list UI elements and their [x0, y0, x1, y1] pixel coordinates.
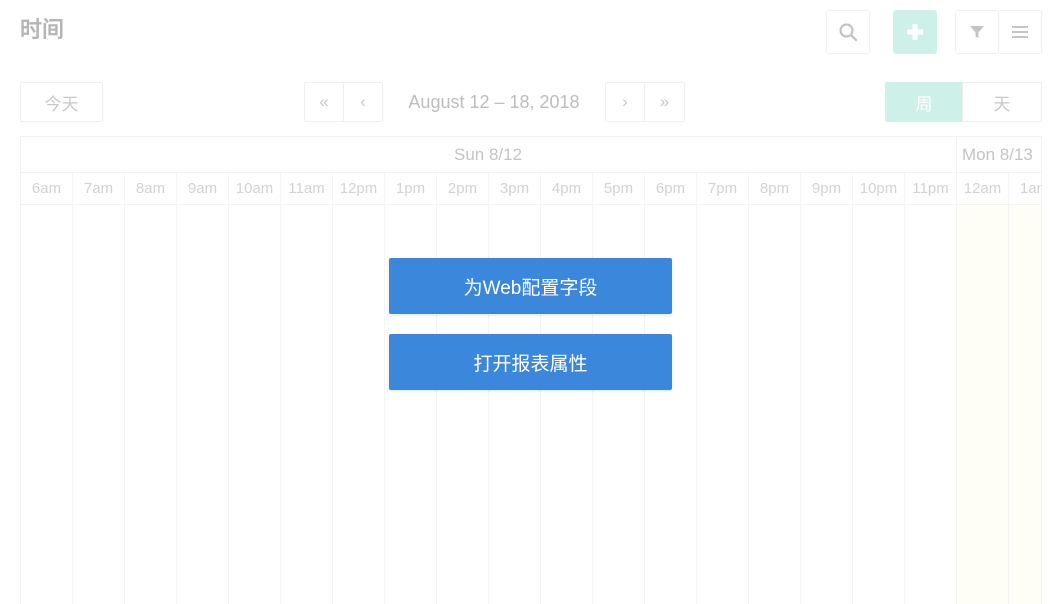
day-separator: [956, 137, 957, 173]
next-next-button[interactable]: »: [644, 82, 685, 122]
page-title: 时间: [20, 17, 65, 42]
hour-label: 4pm: [541, 173, 593, 205]
time-slot-column[interactable]: [229, 205, 281, 604]
time-slot-column[interactable]: [853, 205, 905, 604]
hour-label: 1am: [1009, 173, 1041, 205]
time-slot-column[interactable]: [957, 205, 1009, 604]
prev-button[interactable]: ‹: [343, 82, 383, 122]
hour-label: 5pm: [593, 173, 645, 205]
time-slot-column[interactable]: [177, 205, 229, 604]
time-slot-column[interactable]: [801, 205, 853, 604]
date-range-label: August 12 – 18, 2018: [408, 91, 580, 112]
search-button[interactable]: [826, 10, 870, 54]
hour-header-row: 6am 7am 8am 9am 10am 11am 12pm 1pm 2pm 3pm 4pm 5pm 6…: [21, 173, 1041, 205]
time-slot-column[interactable]: [125, 205, 177, 604]
today-button[interactable]: 今天: [20, 82, 103, 122]
hour-label: 1pm: [385, 173, 437, 205]
time-slot-column[interactable]: [905, 205, 957, 604]
hour-label: 8pm: [749, 173, 801, 205]
hour-label: 9pm: [801, 173, 853, 205]
hour-label: 7am: [73, 173, 125, 205]
view-day-button[interactable]: 天: [962, 82, 1042, 122]
hour-label: 11pm: [905, 173, 957, 205]
time-slot-column[interactable]: [21, 205, 73, 604]
hour-label: 10pm: [853, 173, 905, 205]
time-slot-column[interactable]: [73, 205, 125, 604]
hour-label: 11am: [281, 173, 333, 205]
hour-label: 6pm: [645, 173, 697, 205]
time-slot-column[interactable]: [281, 205, 333, 604]
hour-label: 12pm: [333, 173, 385, 205]
day-header-row: Sun 8/12 Mon 8/13: [21, 137, 1041, 173]
configure-web-fields-button[interactable]: 为Web配置字段: [389, 258, 672, 314]
add-button[interactable]: [893, 10, 937, 54]
day-label-mon: Mon 8/13: [962, 145, 1033, 164]
day-label-sun: Sun 8/12: [454, 145, 523, 164]
plus-icon: [907, 24, 923, 40]
hour-label: 6am: [21, 173, 73, 205]
hour-label: 12am: [957, 173, 1009, 205]
menu-button[interactable]: [998, 10, 1042, 54]
hour-label: 7pm: [697, 173, 749, 205]
calendar-page: 时间 今天 « ‹ August 12 – 18, 2018 › » 周 天 S…: [0, 0, 1055, 604]
time-slot-column[interactable]: [697, 205, 749, 604]
filter-icon: [970, 26, 984, 38]
filter-button[interactable]: [955, 10, 999, 54]
prev-prev-button[interactable]: «: [304, 82, 344, 122]
open-report-properties-button[interactable]: 打开报表属性: [389, 334, 672, 390]
time-slot-column[interactable]: [749, 205, 801, 604]
time-slot-column[interactable]: [333, 205, 385, 604]
time-slot-column[interactable]: [1009, 205, 1041, 604]
hour-label: 9am: [177, 173, 229, 205]
menu-icon: [1012, 26, 1028, 38]
hour-label: 3pm: [489, 173, 541, 205]
search-icon: [839, 23, 858, 42]
hour-label: 10am: [229, 173, 281, 205]
next-button[interactable]: ›: [605, 82, 645, 122]
hour-label: 2pm: [437, 173, 489, 205]
view-week-button[interactable]: 周: [885, 82, 963, 122]
hour-label: 8am: [125, 173, 177, 205]
